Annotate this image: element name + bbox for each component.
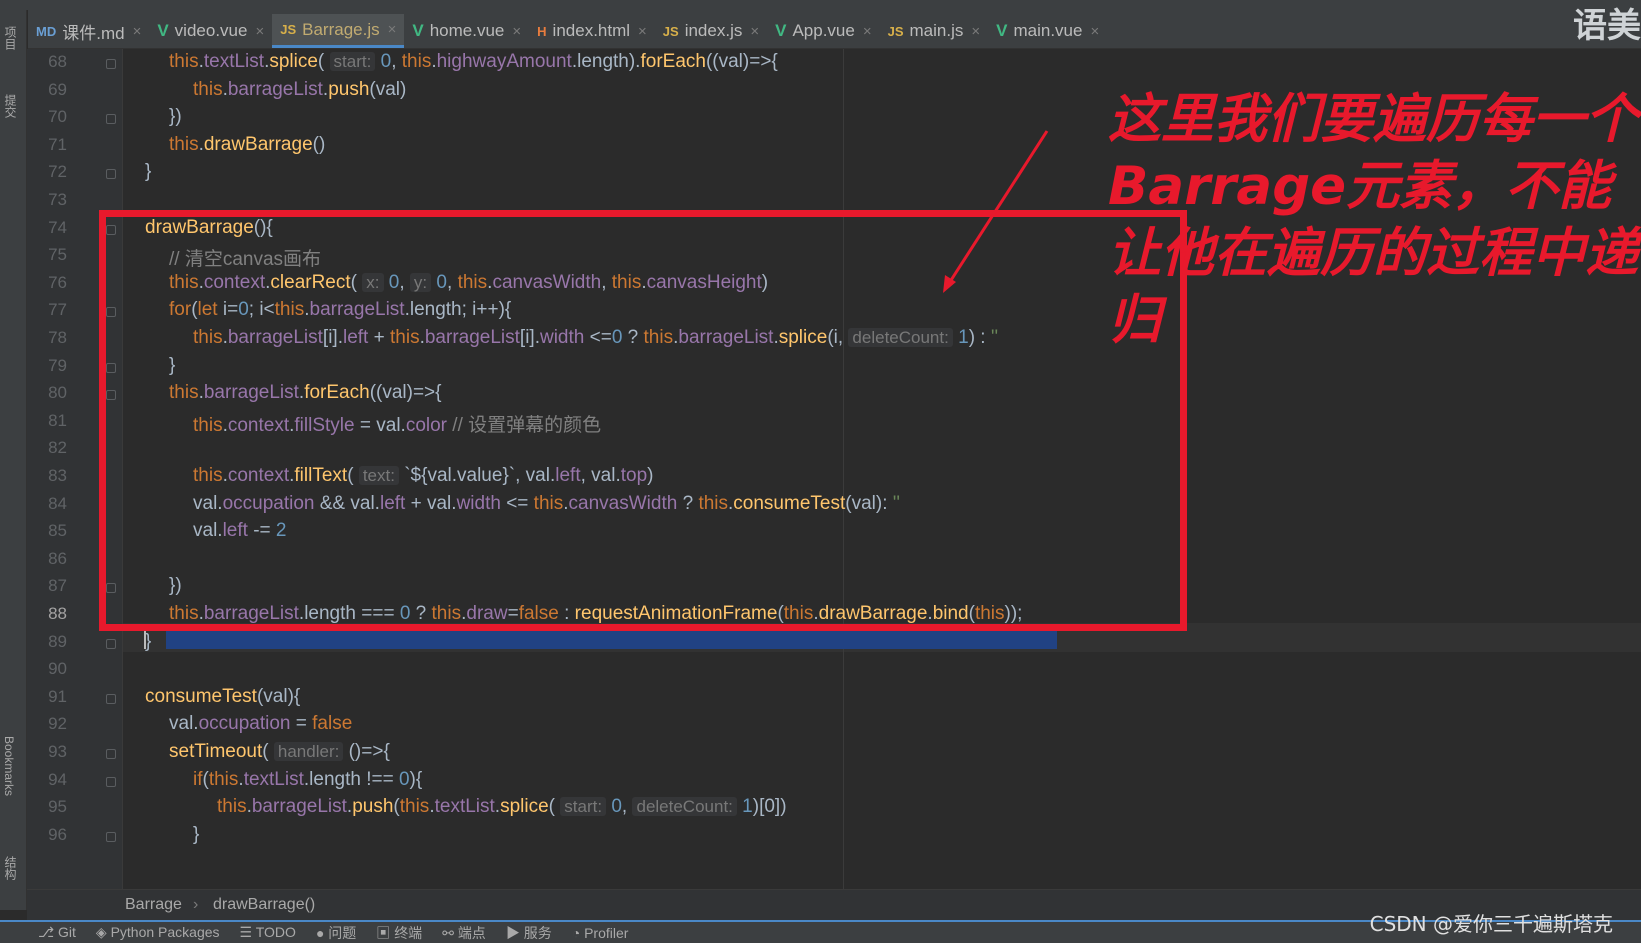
endpoints-tool-button[interactable]: ⚯ 端点 (442, 923, 486, 943)
python-packages-tool-button[interactable]: ◈ Python Packages (96, 924, 220, 941)
profiler-tool-button[interactable]: ◔ Profiler (572, 925, 629, 941)
breadcrumb-method[interactable]: drawBarrage() (213, 896, 315, 914)
watermark: CSDN @爱你三千遍斯塔克 (1369, 912, 1613, 936)
todo-tool-button[interactable]: ☰ TODO (240, 924, 296, 941)
services-tool-button[interactable]: ▶ 服务 (506, 923, 552, 943)
breadcrumb-separator: › (193, 896, 199, 913)
problems-tool-button[interactable]: ● 问题 (316, 923, 356, 943)
breadcrumb-class[interactable]: Barrage (125, 896, 182, 914)
annotation-note: 这里我们要遍历每一个Barrage元素，不能让他在遍历的过程中递归 (1108, 89, 1638, 351)
terminal-tool-button[interactable]: ▣ 终端 (376, 923, 422, 943)
git-tool-button[interactable]: ⎇ Git (38, 924, 76, 941)
